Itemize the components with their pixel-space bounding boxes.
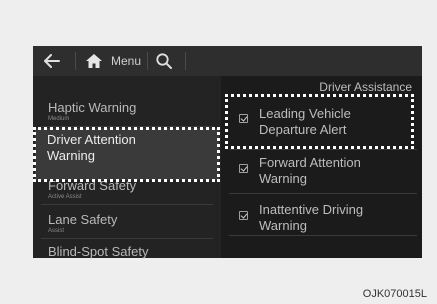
home-icon — [86, 54, 102, 68]
checkbox-icon[interactable] — [239, 164, 248, 173]
search-icon — [156, 53, 172, 69]
home-button[interactable] — [85, 46, 105, 76]
menu-label: Menu — [111, 54, 142, 68]
option-label-line1: Forward Attention — [259, 155, 361, 170]
topbar-divider — [75, 52, 76, 70]
figure-frame: Menu Haptic Warning Medium Driver Attent… — [0, 0, 437, 304]
option-forward-attention-warning[interactable]: Forward Attention Warning — [233, 153, 413, 195]
option-label-line2: Warning — [259, 218, 307, 233]
highlight-outline-left — [33, 127, 220, 182]
list-item-subtitle: Assist — [48, 228, 65, 234]
section-title: Driver Assistance — [319, 80, 412, 94]
option-divider — [229, 149, 417, 150]
list-divider — [41, 204, 213, 205]
option-divider — [229, 235, 417, 236]
option-divider — [229, 193, 417, 194]
list-item-title: Blind-Spot Safety — [48, 244, 149, 259]
list-item-subtitle: Medium — [48, 116, 70, 122]
back-button[interactable] — [43, 46, 67, 76]
menu-button[interactable]: Menu — [111, 46, 141, 76]
highlight-outline-right — [225, 94, 414, 149]
list-item-blind-spot-safety[interactable]: Blind-Spot Safety — [48, 244, 148, 259]
list-item-lane-safety[interactable]: Lane Safety Assist — [48, 212, 117, 235]
figure-caption: OJK070015L — [362, 288, 427, 300]
list-divider — [41, 238, 213, 239]
option-label-line2: Warning — [259, 171, 307, 186]
top-bar: Menu — [33, 46, 422, 76]
search-button[interactable] — [155, 46, 175, 76]
list-item-title: Lane Safety — [48, 212, 118, 227]
topbar-divider — [185, 52, 186, 70]
option-label-line1: Inattentive Driving — [259, 202, 364, 217]
topbar-divider — [147, 52, 148, 70]
back-arrow-icon — [44, 54, 60, 68]
option-inattentive-driving-warning[interactable]: Inattentive Driving Warning — [233, 202, 413, 244]
list-item-title: Haptic Warning — [48, 100, 137, 115]
list-item-haptic-warning[interactable]: Haptic Warning Medium — [48, 100, 136, 123]
checkbox-icon[interactable] — [239, 211, 248, 220]
list-item-subtitle: Active Assist — [48, 194, 82, 200]
